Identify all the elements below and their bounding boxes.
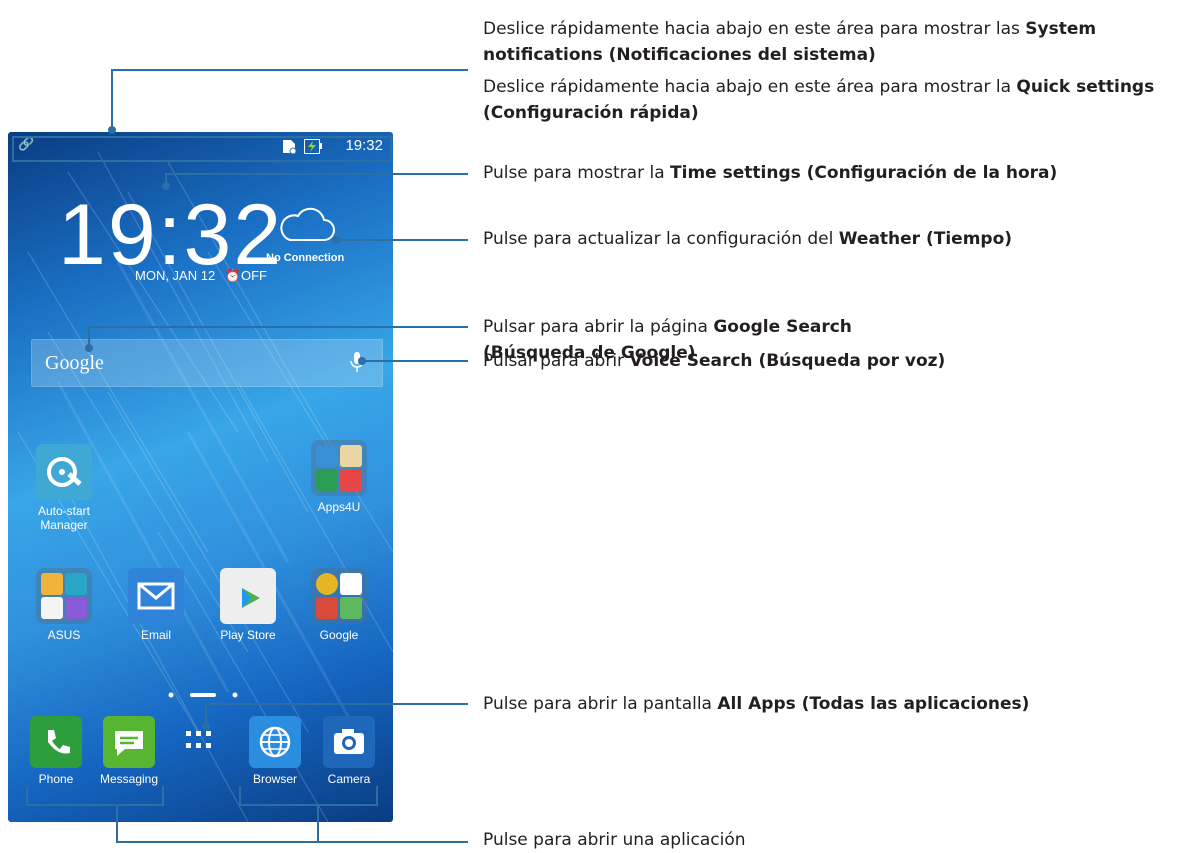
annotation-weather: Pulse para actualizar la configuración d…	[483, 226, 1012, 252]
annotation-notifications: Deslice rápidamente hacia abajo en este …	[483, 16, 1177, 68]
annotation-text: Pulsar para abrir la página	[483, 317, 714, 337]
annotation-text: Pulsar para abrir	[483, 351, 630, 371]
annotation-bold: All Apps (Todas las aplicaciones)	[717, 694, 1030, 714]
annotation-time: Pulse para mostrar la Time settings (Con…	[483, 160, 1057, 186]
annotation-text: Pulse para actualizar la configuración d…	[483, 229, 839, 249]
annotation-text: Deslice rápidamente hacia abajo en este …	[483, 77, 1017, 97]
annotation-quick-settings: Deslice rápidamente hacia abajo en este …	[483, 74, 1177, 126]
annotation-bold: Voice Search (Búsqueda por voz)	[629, 351, 946, 371]
annotation-all-apps: Pulse para abrir la pantalla All Apps (T…	[483, 691, 1029, 717]
annotation-text: Deslice rápidamente hacia abajo en este …	[483, 19, 1026, 39]
annotation-bold: Weather (Tiempo)	[838, 229, 1013, 249]
annotation-text: Pulse para abrir la pantalla	[483, 694, 718, 714]
annotation-bold: Time settings (Configuración de la hora)	[670, 163, 1058, 183]
annotation-text: Pulse para mostrar la	[483, 163, 671, 183]
callout-lines	[12, 69, 468, 843]
annotation-voice-search: Pulsar para abrir Voice Search (Búsqueda…	[483, 348, 945, 374]
annotation-open-app: Pulse para abrir una aplicación	[483, 827, 746, 853]
annotation-text: Pulse para abrir una aplicación	[483, 830, 746, 850]
